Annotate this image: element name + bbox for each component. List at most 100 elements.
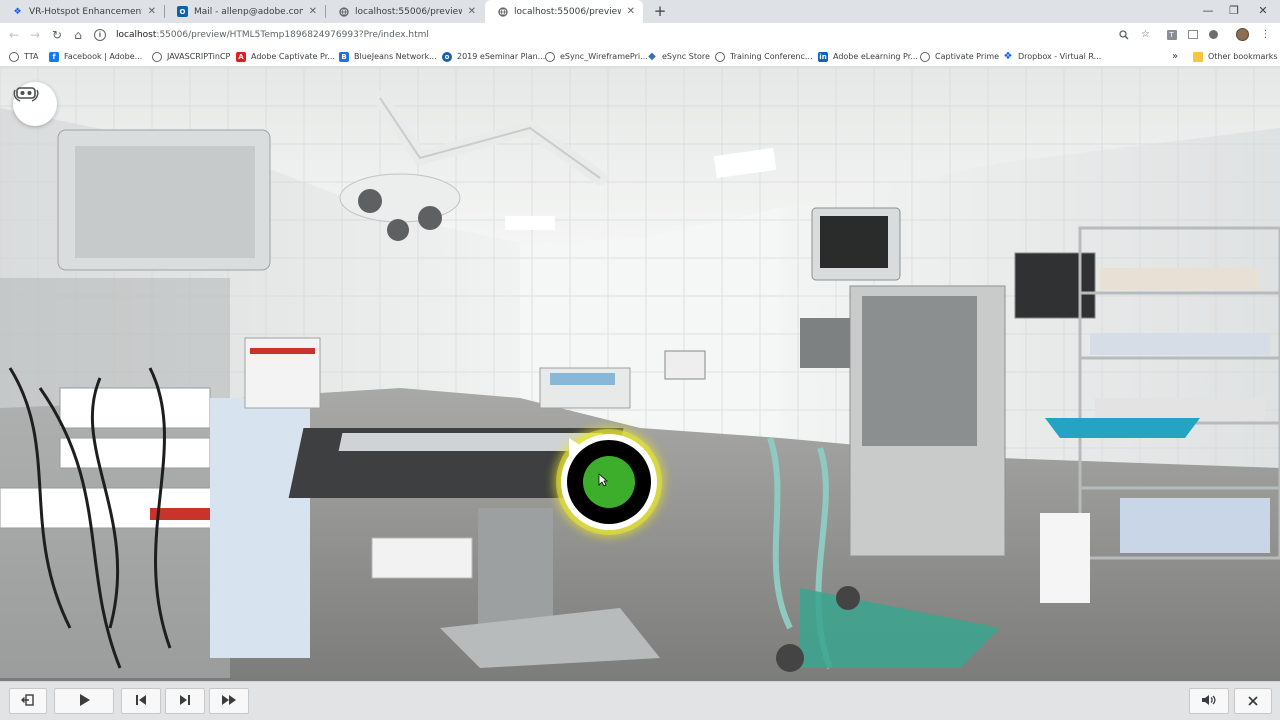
bookmark-label: eSync_WireframePri... [560,52,648,61]
url-text: localhost:55006/preview/HTML5Temp1896824… [116,30,429,40]
new-tab-button[interactable]: + [650,1,670,21]
tab-mail[interactable]: O Mail - allenp@adobe.com ✕ [165,0,325,23]
bookmark-esync-wireframe[interactable]: eSync_WireframePri... [545,50,648,63]
globe-icon [715,51,725,62]
bookmarks-bar: TTA f Facebook | Adobe... JAVASCRIPTinCP … [0,46,1280,67]
other-bookmarks-label: Other bookmarks [1208,52,1278,61]
site-info-icon[interactable]: i [94,28,106,41]
vr-panorama-scene[interactable] [0,68,1280,681]
globe-icon [545,51,555,62]
minimize-window-icon[interactable]: — [1195,0,1221,21]
close-window-icon[interactable]: ✕ [1250,0,1276,21]
close-tab-icon[interactable]: ✕ [148,6,156,17]
mute-button[interactable] [1189,688,1229,714]
bookmark-esync-store[interactable]: ◆ eSync Store [647,50,710,63]
bookmark-eseminar[interactable]: o 2019 eSeminar Plan... [442,50,545,63]
next-icon [178,692,192,711]
other-bookmarks-folder[interactable]: Other bookmarks [1193,50,1278,63]
bookmark-bluejeans[interactable]: B BlueJeans Network... [339,50,437,63]
play-icon [77,692,91,711]
fast-forward-button[interactable] [209,688,249,714]
equipment-tower-left [0,278,230,678]
play-hotspot[interactable] [561,434,657,530]
bookmarks-overflow-button[interactable]: » [1172,50,1178,63]
extension-t-icon[interactable]: T [1164,27,1179,42]
bookmark-captivate-prime[interactable]: Captivate Prime [920,50,999,63]
rewind-button[interactable] [121,688,161,714]
bookmark-label: Adobe eLearning Pr... [833,52,918,61]
forward-arrow-icon[interactable]: → [25,25,45,44]
wall-monitor-right [1014,252,1096,319]
tab-vr-hotspot[interactable]: ❖ VR-Hotspot Enhancements - Dro ✕ [0,0,164,23]
step-stool [371,537,473,579]
bookmark-star-icon[interactable]: ☆ [1138,27,1153,42]
bookmark-label: TTA [24,52,39,61]
folder-icon [1193,51,1203,62]
bookmark-label: JAVASCRIPTinCP [167,52,231,61]
bookmark-label: Facebook | Adobe... [64,52,143,61]
globe-icon [9,51,19,62]
play-button[interactable] [54,688,114,714]
linkedin-icon: in [818,51,828,62]
zoom-search-icon[interactable] [1116,27,1131,42]
adobe-icon: A [236,51,246,62]
close-icon [1247,692,1259,711]
next-slide-button[interactable] [165,688,205,714]
vr-mode-toggle-button[interactable] [13,82,57,126]
globe-icon [338,6,349,17]
bookmark-tta[interactable]: TTA [9,50,38,63]
bookmark-javascriptincp[interactable]: JAVASCRIPTinCP [152,50,230,63]
bookmark-label: 2019 eSeminar Plan... [457,52,546,61]
globe-icon [152,51,162,62]
bookmark-training-conference[interactable]: Training Conferenc... [715,50,813,63]
tab-localhost-preview-active[interactable]: localhost:55006/preview/HTML5 ✕ [485,0,643,23]
menu-kebab-icon[interactable]: ⋮ [1258,27,1273,42]
bookmark-label: Training Conferenc... [730,52,813,61]
bookmark-adobe-elearning[interactable]: in Adobe eLearning Pr... [818,50,918,63]
bookmark-facebook[interactable]: f Facebook | Adobe... [49,50,142,63]
rewind-icon [134,692,148,711]
bookmark-label: eSync Store [662,52,710,61]
overflow-chevron-icon: » [1172,51,1179,62]
ceiling-light [505,216,555,230]
globe-icon [497,6,508,17]
tab-strip: ❖ VR-Hotspot Enhancements - Dro ✕ O Mail… [0,0,1280,23]
dropbox-icon: ❖ [1003,51,1013,62]
eseminar-icon: o [442,51,452,62]
back-arrow-icon[interactable]: ← [4,25,24,44]
bookmark-dropbox[interactable]: ❖ Dropbox - Virtual R... [1003,50,1102,63]
operating-room-panorama [0,68,1280,681]
hotspot-ring [567,438,651,524]
close-tab-icon[interactable]: ✕ [627,6,635,17]
extension-grid-icon[interactable] [1185,27,1200,42]
url-host: localhost [116,29,157,40]
close-tab-icon[interactable]: ✕ [468,6,476,17]
close-button[interactable] [1234,688,1272,714]
home-icon[interactable]: ⌂ [68,25,88,44]
tab-localhost-preview-1[interactable]: localhost:55006/preview/HTML5 ✕ [326,0,484,23]
tab-title: localhost:55006/preview/HTML5 [514,6,621,17]
captivate-playbar [0,681,1280,720]
bookmark-label: Dropbox - Virtual R... [1018,52,1102,61]
extension-circle-icon[interactable] [1206,27,1221,42]
close-tab-icon[interactable]: ✕ [309,6,317,17]
exit-icon [21,692,35,711]
bookmark-label: Adobe Captivate Pr... [251,52,335,61]
exit-button[interactable] [9,688,47,714]
diamond-icon: ◆ [648,51,656,62]
tab-title: localhost:55006/preview/HTML5 [355,6,462,17]
url-path: :55006/preview/HTML5Temp1896824976993?Pr… [156,29,429,40]
restore-window-icon[interactable]: ❐ [1221,0,1247,21]
speaker-icon [1201,692,1217,711]
bluejeans-icon: B [339,51,349,62]
tab-title: Mail - allenp@adobe.com [194,6,303,17]
outlook-icon: O [177,6,188,17]
bookmark-label: Captivate Prime [935,52,1000,61]
bookmark-adobe-captivate[interactable]: A Adobe Captivate Pr... [236,50,335,63]
profile-avatar[interactable] [1235,27,1250,42]
surgical-lamp-head [339,173,461,223]
facebook-icon: f [49,51,59,62]
address-bar[interactable]: i localhost:55006/preview/HTML5Temp18968… [94,25,1162,44]
dropbox-icon: ❖ [13,6,22,17]
reload-icon[interactable]: ↻ [47,25,67,44]
